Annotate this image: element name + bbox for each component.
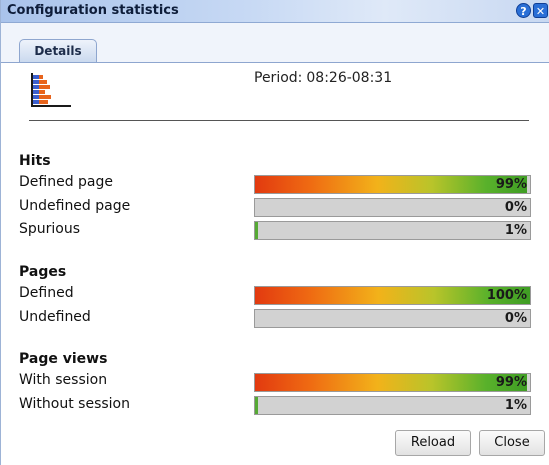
bar-fill [255,397,258,414]
progress-bar: 99% [254,373,531,392]
bar-value: 0% [504,311,527,326]
period-label: Period: [254,70,303,86]
bar-value: 1% [504,398,527,413]
bar-value: 0% [504,200,527,215]
row-label: Defined [19,285,74,301]
help-icon[interactable]: ? [516,3,531,18]
progress-bar: 0% [254,309,531,328]
row-label: Spurious [19,221,81,237]
progress-bar: 99% [254,175,531,194]
tab-details[interactable]: Details [19,39,97,63]
bar-value: 1% [504,223,527,238]
separator [29,120,529,121]
row-label: Defined page [19,174,114,190]
close-icon[interactable]: ✕ [533,3,548,18]
group-title-pages: Pages [19,264,67,280]
group-title-hits: Hits [19,153,51,169]
row-label: Without session [19,396,130,412]
progress-bar: 0% [254,198,531,217]
dialog-title: Configuration statistics [7,3,179,18]
bar-value: 100% [486,288,527,303]
bar-value: 99% [495,177,527,192]
bar-value: 99% [495,375,527,390]
title-bar: Configuration statistics ? ✕ [1,0,549,23]
bar-chart-icon [31,73,71,107]
progress-bar: 100% [254,286,531,305]
progress-bar: 1% [254,396,531,415]
bar-fill [255,176,528,193]
tab-strip: Details [1,23,549,63]
bar-fill [255,222,258,239]
tab-divider [1,62,549,63]
row-label: Undefined page [19,198,131,214]
stats-dialog: Configuration statistics ? ✕ Details Per… [0,0,549,465]
progress-bar: 1% [254,221,531,240]
row-label: Undefined [19,309,91,325]
row-label: With session [19,372,108,388]
reload-button[interactable]: Reload [395,430,471,456]
period-value: 08:26-08:31 [306,70,393,86]
bar-fill [255,374,528,391]
group-title-page-views: Page views [19,351,108,367]
close-button[interactable]: Close [479,430,545,456]
period-display: Period: 08:26-08:31 [254,70,392,86]
